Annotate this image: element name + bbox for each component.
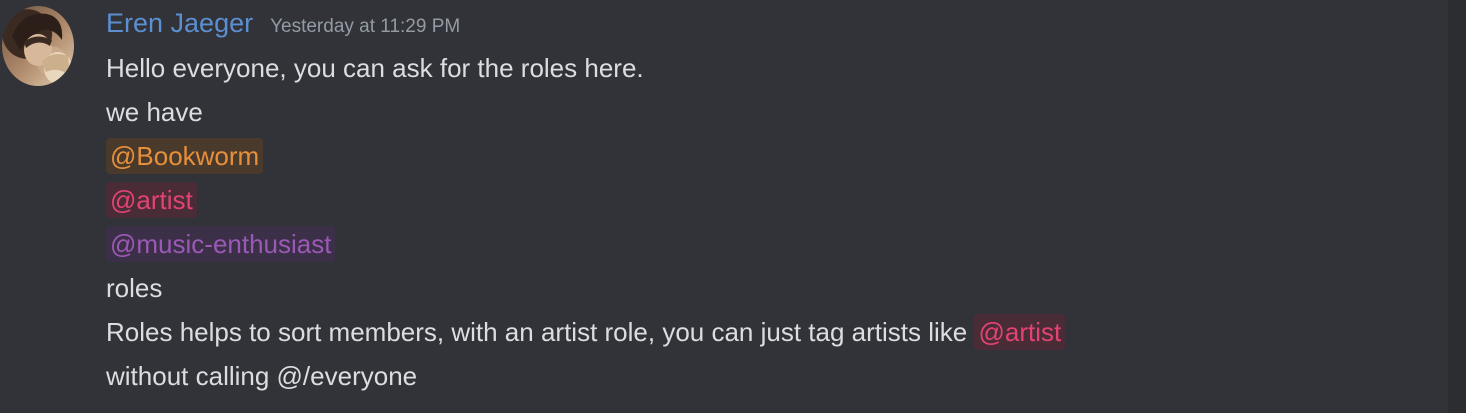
message-line: Hello everyone, you can ask for the role…: [106, 53, 644, 83]
message-content: Hello everyone, you can ask for the role…: [106, 46, 1436, 398]
message-line: roles: [106, 273, 163, 303]
role-mention-artist[interactable]: @artist: [106, 182, 197, 218]
message-text: Roles helps to sort members, with an art…: [106, 317, 975, 347]
message-timestamp[interactable]: Yesterday at 11:29 PM: [270, 16, 460, 38]
message-line: Roles helps to sort members, with an art…: [106, 310, 1436, 354]
message-line: @Bookworm: [106, 134, 1436, 178]
scrollbar-track[interactable]: [1448, 0, 1466, 413]
message-header: Eren Jaeger Yesterday at 11:29 PM: [106, 8, 460, 42]
message-line: without calling @/everyone: [106, 361, 418, 391]
author-name[interactable]: Eren Jaeger: [106, 8, 253, 39]
user-avatar-icon[interactable]: [2, 6, 74, 86]
message-line: @artist: [106, 178, 1436, 222]
role-mention-artist-inline[interactable]: @artist: [974, 314, 1066, 350]
message-line: @music-enthusiast: [106, 222, 1436, 266]
chat-message: Eren Jaeger Yesterday at 11:29 PM Hello …: [0, 0, 1446, 413]
avatar-illustration: [12, 13, 72, 84]
role-mention-music-enthusiast[interactable]: @music-enthusiast: [106, 226, 336, 262]
role-mention-bookworm[interactable]: @Bookworm: [106, 138, 264, 174]
message-line: we have: [106, 97, 203, 127]
